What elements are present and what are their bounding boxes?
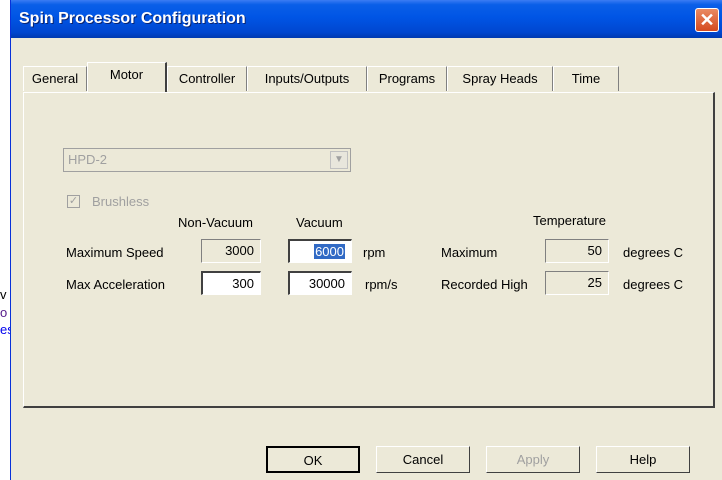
max-speed-vacuum-value: 6000: [314, 244, 345, 259]
max-accel-vacuum-field[interactable]: 30000: [288, 271, 352, 295]
col-header-vacuum: Vacuum: [296, 215, 343, 230]
motor-model-value: HPD-2: [68, 152, 108, 167]
brushless-checkbox[interactable]: ✓: [67, 195, 80, 208]
tab-spray-heads[interactable]: Spray Heads: [447, 66, 553, 91]
temp-maximum-unit: degrees C: [623, 245, 683, 260]
temp-recorded-high-field: 25: [545, 271, 609, 295]
background-text: v: [0, 287, 7, 302]
cancel-button[interactable]: Cancel: [376, 446, 470, 473]
tab-programs[interactable]: Programs: [367, 66, 447, 91]
tab-time[interactable]: Time: [553, 66, 619, 91]
temp-recorded-high-unit: degrees C: [623, 277, 683, 292]
tab-controller[interactable]: Controller: [167, 66, 247, 91]
brushless-label: Brushless: [92, 194, 150, 209]
chevron-down-icon[interactable]: ▼: [330, 151, 348, 169]
row-label-max-speed: Maximum Speed: [66, 245, 164, 260]
temp-maximum-field: 50: [545, 239, 609, 263]
tab-inputs-outputs[interactable]: Inputs/Outputs: [247, 66, 367, 91]
max-speed-nonvacuum-field: 3000: [201, 239, 261, 263]
temp-label-recorded-high: Recorded High: [441, 277, 528, 292]
help-button[interactable]: Help: [596, 446, 690, 473]
col-header-nonvacuum: Non-Vacuum: [178, 215, 253, 230]
ok-button[interactable]: OK: [266, 446, 360, 473]
col-header-temperature: Temperature: [533, 213, 606, 228]
tab-general[interactable]: General: [23, 66, 87, 91]
temp-label-maximum: Maximum: [441, 245, 498, 260]
close-icon: ✕: [699, 10, 715, 30]
max-accel-nonvacuum-field[interactable]: 300: [201, 271, 261, 295]
config-dialog: Spin Processor Configuration ✕ General M…: [10, 0, 722, 480]
max-speed-unit: rpm: [363, 245, 386, 260]
tab-motor[interactable]: Motor: [87, 62, 167, 92]
title-bar[interactable]: Spin Processor Configuration ✕: [11, 0, 722, 38]
max-accel-unit: rpm/s: [365, 277, 398, 292]
background-link[interactable]: o: [0, 305, 7, 320]
close-button[interactable]: ✕: [695, 8, 719, 32]
max-speed-vacuum-field[interactable]: 6000: [288, 239, 352, 263]
apply-button[interactable]: Apply: [486, 446, 580, 473]
motor-model-select[interactable]: HPD-2 ▼: [63, 148, 351, 172]
window-title: Spin Processor Configuration: [19, 10, 246, 27]
row-label-max-acceleration: Max Acceleration: [66, 277, 165, 292]
